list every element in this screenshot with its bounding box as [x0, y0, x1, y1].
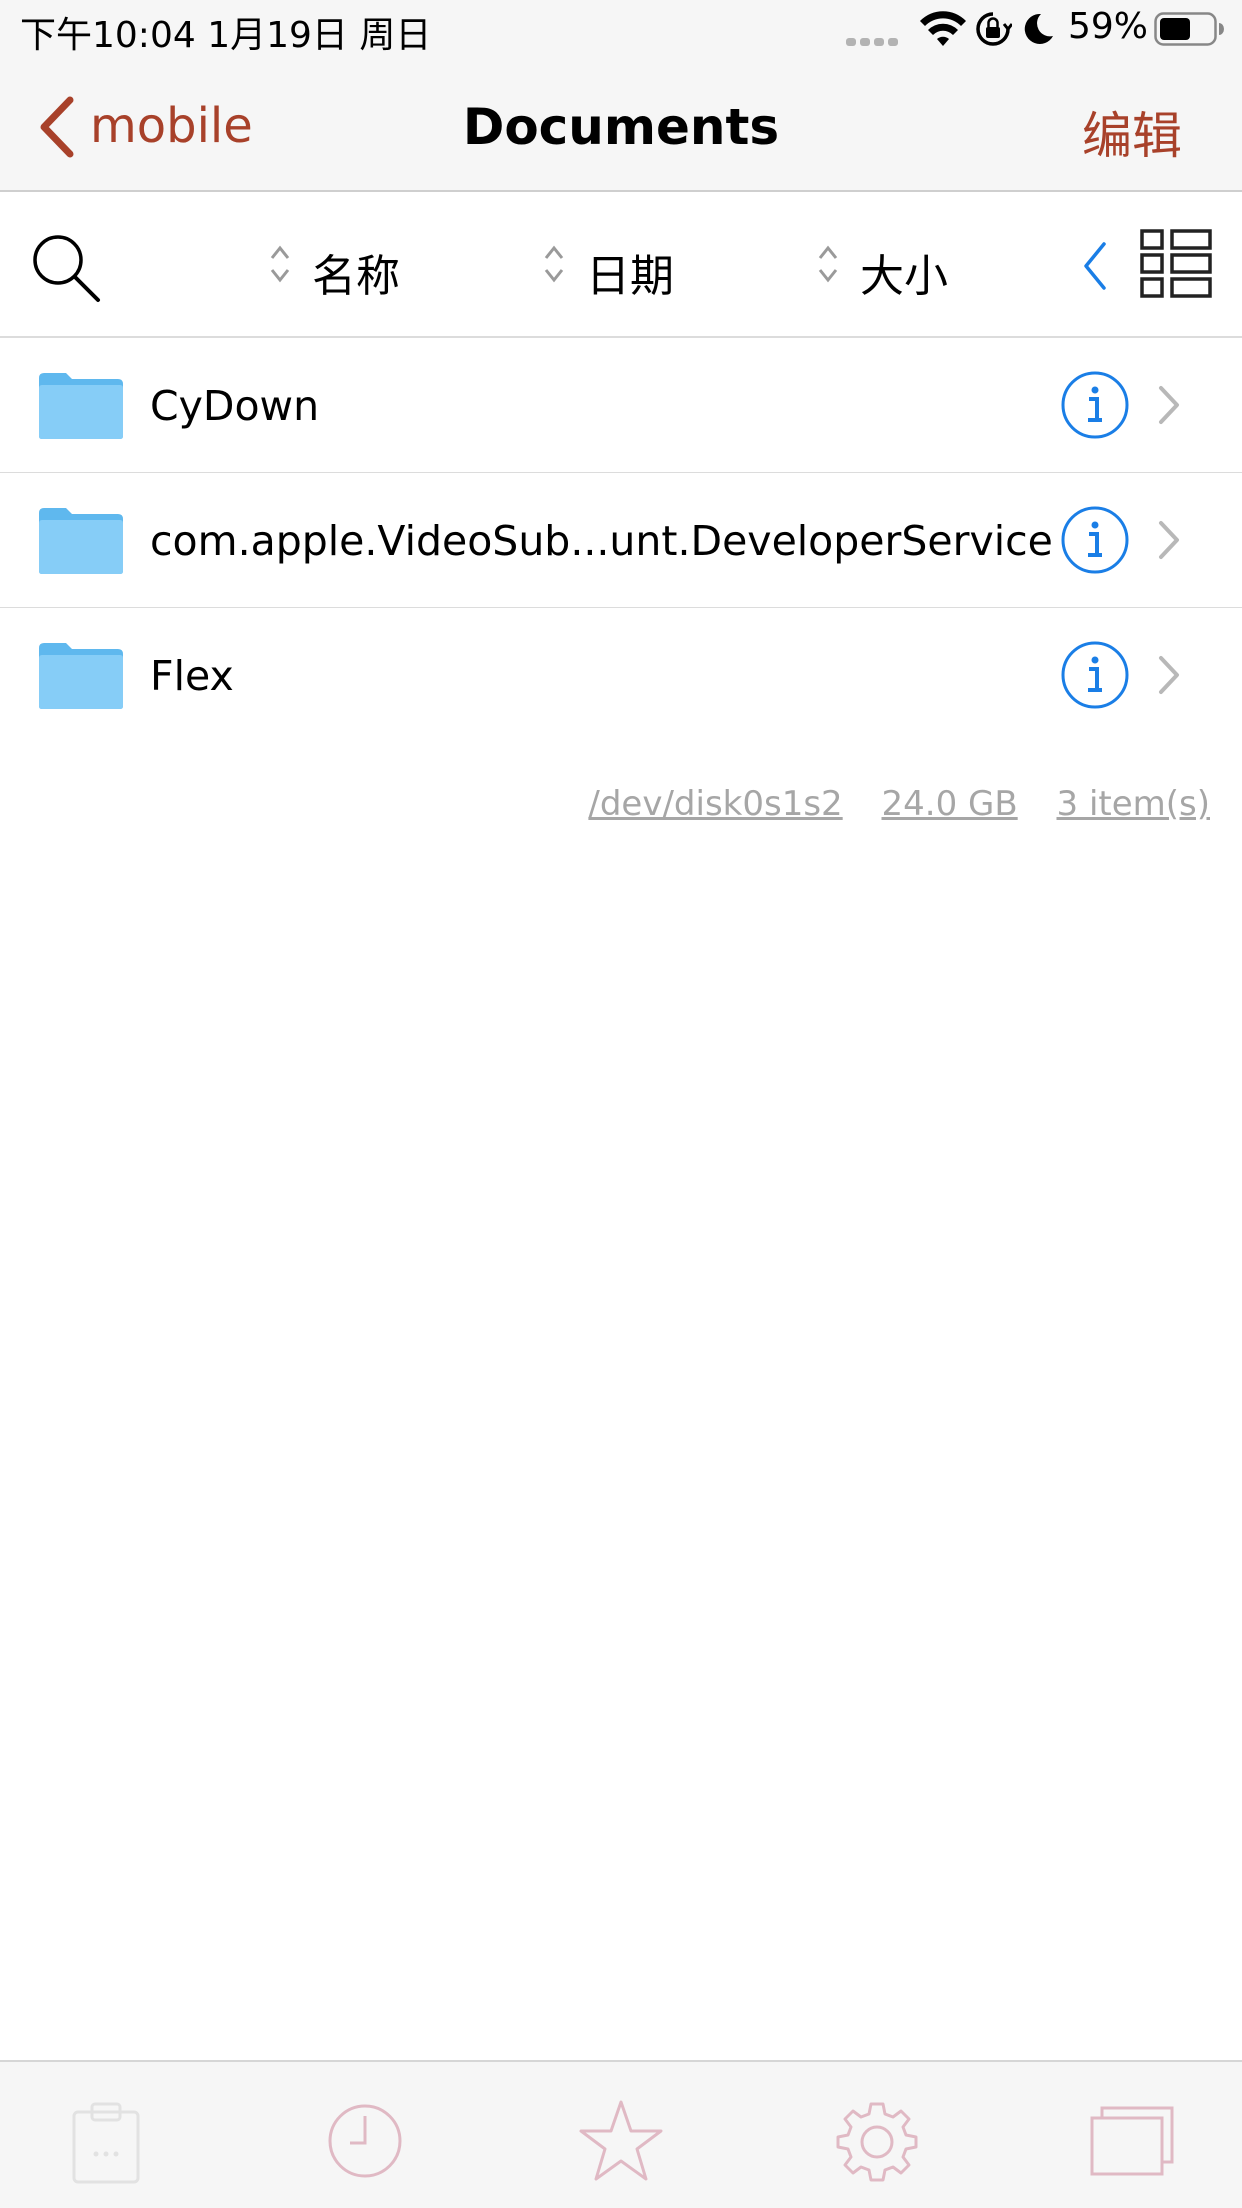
chevron-left-icon [40, 96, 74, 158]
moon-icon [1024, 13, 1053, 44]
orientation-lock-icon [976, 12, 1012, 46]
clipboard-icon[interactable] [62, 2096, 152, 2186]
sort-by-size-label: 大小 [860, 251, 948, 302]
back-button[interactable]: mobile [36, 90, 266, 162]
file-row-videosub[interactable]: com.apple.VideoSub...unt.DeveloperServic… [0, 473, 1242, 608]
file-name: com.apple.VideoSub...unt.DeveloperServic… [150, 517, 1053, 565]
battery-icon [1154, 12, 1224, 46]
chevron-left-icon[interactable] [1080, 238, 1110, 294]
list-layout-icon[interactable] [1140, 228, 1212, 300]
sort-by-date-button[interactable]: 日期 [542, 238, 682, 302]
capacity-link[interactable]: 24.0 GB [882, 784, 1018, 824]
sort-toolbar: 名称 日期 大小 [0, 194, 1242, 338]
search-icon[interactable] [30, 232, 102, 304]
sort-arrows-icon [270, 245, 290, 283]
file-row-cydown[interactable]: CyDown [0, 338, 1242, 473]
sort-arrows-icon [818, 245, 838, 283]
file-name: CyDown [150, 382, 320, 430]
chevron-right-icon [1159, 656, 1179, 694]
storage-stats: /dev/disk0s1s2 24.0 GB 3 item(s) [560, 784, 1210, 824]
info-icon[interactable] [1060, 640, 1130, 710]
chevron-right-icon [1159, 386, 1179, 424]
device-path-link[interactable]: /dev/disk0s1s2 [588, 784, 842, 824]
chevron-right-icon [1159, 521, 1179, 559]
file-list: CyDown com.apple.VideoSub...unt.Develope… [0, 338, 1242, 743]
star-icon[interactable] [576, 2096, 666, 2186]
status-time: 下午10:04 1月19日 周日 [20, 15, 432, 56]
back-button-label: mobile [90, 98, 253, 154]
cellular-signal-icon [846, 38, 902, 46]
folder-icon [39, 643, 123, 709]
clock-icon[interactable] [320, 2096, 410, 2186]
item-count-link[interactable]: 3 item(s) [1057, 784, 1211, 824]
sort-by-size-button[interactable]: 大小 [816, 238, 956, 302]
sort-by-name-label: 名称 [312, 251, 400, 302]
folder-icon [39, 373, 123, 439]
sort-by-name-button[interactable]: 名称 [268, 238, 408, 302]
navigation-bar: mobile Documents 编辑 [0, 60, 1242, 192]
tab-bar [0, 2060, 1242, 2208]
sort-by-date-label: 日期 [586, 251, 674, 302]
windows-icon[interactable] [1088, 2096, 1178, 2186]
info-icon[interactable] [1060, 370, 1130, 440]
edit-button[interactable]: 编辑 [1082, 96, 1182, 168]
battery-percent: 59% [1068, 6, 1149, 47]
status-bar: 下午10:04 1月19日 周日 59% [0, 0, 1242, 60]
wifi-icon [920, 11, 966, 46]
info-icon[interactable] [1060, 505, 1130, 575]
screen: 下午10:04 1月19日 周日 59% mobile Documents 编辑… [0, 0, 1242, 2208]
file-name: Flex [150, 652, 234, 700]
folder-icon [39, 508, 123, 574]
sort-arrows-icon [544, 245, 564, 283]
file-row-flex[interactable]: Flex [0, 608, 1242, 743]
gear-icon[interactable] [832, 2096, 922, 2186]
